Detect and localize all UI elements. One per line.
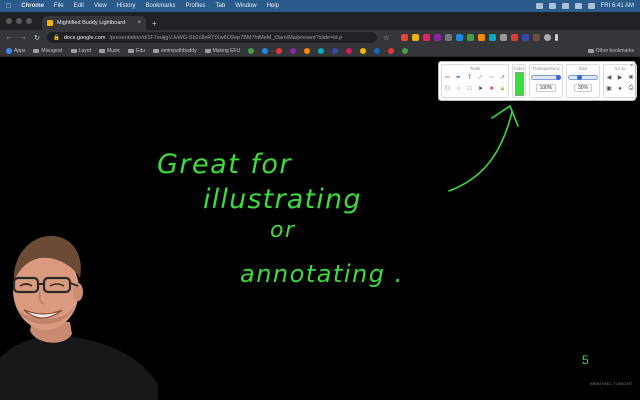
size-section: Size 30% (566, 64, 600, 98)
annotation-toolbar: Tools ✏ ✒ T ∕ ∽ ↗ ⬡ ○ □ ➤ ■ ▲ Color Tran… (438, 61, 637, 101)
pointer-icon[interactable]: ➤ (476, 84, 485, 93)
circle-icon[interactable]: ○ (454, 84, 463, 93)
color-section: Color (512, 64, 526, 98)
footer-watermark: WEBITHEL TONIGHT (590, 381, 633, 386)
goto-label: Go to (614, 66, 626, 71)
webcam-overlay (0, 226, 158, 400)
color-label: Color (513, 66, 525, 71)
previous-icon[interactable]: ◀ (605, 73, 614, 82)
slider-knob[interactable] (556, 75, 561, 80)
screenshot-icon[interactable]: ▣ (605, 84, 614, 93)
next-icon[interactable]: ▶ (616, 73, 625, 82)
clear-icon[interactable]: ✖ (627, 73, 636, 82)
arrowhead-stroke (491, 105, 519, 127)
marker-icon[interactable]: ✒ (454, 73, 463, 82)
size-label: Size (578, 66, 588, 71)
slider-knob[interactable] (577, 75, 582, 80)
export-icon[interactable]: ⎙ (627, 84, 636, 93)
curve-icon[interactable]: ∽ (487, 73, 496, 82)
eraser-icon[interactable]: ■ (487, 84, 496, 93)
rectangle-icon[interactable]: □ (465, 84, 474, 93)
close-toolbar-icon[interactable]: × (630, 63, 633, 69)
transparency-slider[interactable] (531, 75, 561, 80)
annotation-line-3: or (270, 218, 296, 243)
tool-grid: ✏ ✒ T ∕ ∽ ↗ ⬡ ○ □ ➤ ■ ▲ (443, 73, 507, 93)
annotation-line-1: Great for (157, 149, 292, 180)
size-value[interactable]: 30% (573, 84, 592, 92)
annotation-line-2: illustrating (203, 184, 362, 215)
fill-icon[interactable]: ▲ (498, 84, 507, 93)
line-icon[interactable]: ∕ (476, 73, 485, 82)
size-slider[interactable] (568, 75, 598, 80)
pen-icon[interactable]: ✏ (443, 73, 452, 82)
color-swatch[interactable] (514, 72, 524, 96)
camera-icon[interactable]: ● (616, 84, 625, 93)
polygon-icon[interactable]: ⬡ (443, 84, 452, 93)
text-icon[interactable]: T (465, 73, 474, 82)
tools-section: Tools ✏ ✒ T ∕ ∽ ↗ ⬡ ○ □ ➤ ■ ▲ (441, 64, 509, 98)
transparency-label: Transparency (532, 66, 560, 71)
tools-label: Tools (469, 66, 481, 71)
goto-grid: ◀ ▶ ✖ ▣ ● ⎙ (605, 73, 636, 93)
screen:  Chrome File Edit View History Bookmark… (0, 0, 640, 400)
arrow-tool-icon[interactable]: ↗ (498, 73, 507, 82)
transparency-value[interactable]: 100% (535, 84, 557, 92)
arrow-stroke (448, 111, 513, 192)
transparency-section: Transparency 100% (529, 64, 563, 98)
goto-section: Go to ◀ ▶ ✖ ▣ ● ⎙ (603, 64, 637, 98)
annotation-line-4: annotating . (240, 260, 404, 288)
slide-number: 5 (582, 353, 589, 367)
